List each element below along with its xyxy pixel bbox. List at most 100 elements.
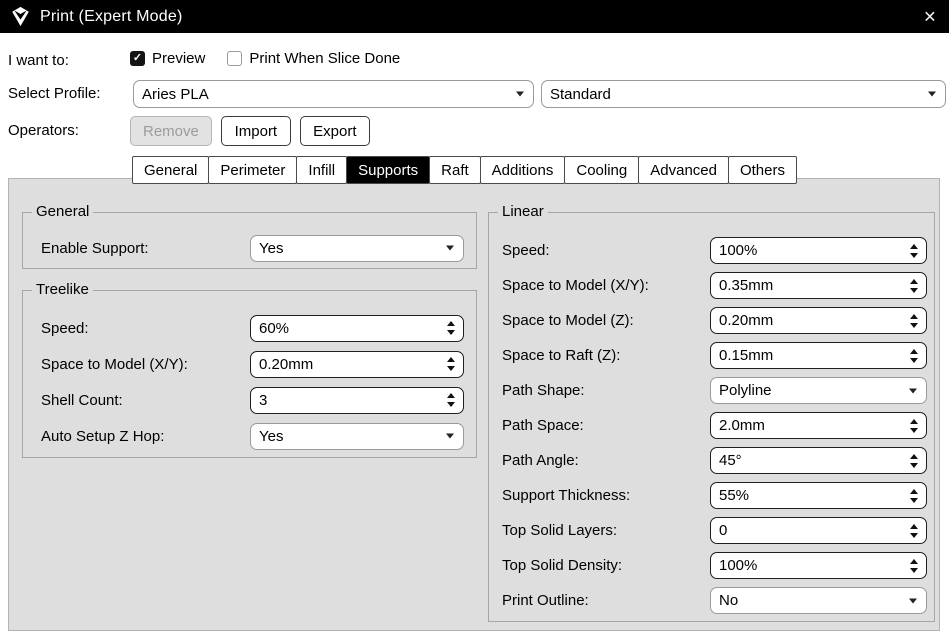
- support-thickness-value: 55%: [719, 487, 749, 504]
- speed-spinner[interactable]: 60%: [250, 315, 464, 342]
- export-button[interactable]: Export: [300, 116, 370, 146]
- support-thickness-spinner[interactable]: 55%: [710, 482, 927, 509]
- tab-others[interactable]: Others: [728, 156, 797, 184]
- group-rows: Enable Support: Yes: [41, 230, 464, 266]
- spinner-arrows: [910, 238, 918, 263]
- setting-row-top-solid-density: Top Solid Density:100%: [502, 548, 927, 583]
- checkbox-option-print-when-slice-done: Print When Slice Done: [227, 50, 400, 67]
- quality-dropdown[interactable]: Standard: [541, 80, 946, 108]
- top-solid-density-label: Top Solid Density:: [502, 557, 710, 574]
- profile-dropdown-value: Aries PLA: [142, 86, 209, 103]
- tab-additions[interactable]: Additions: [480, 156, 566, 184]
- enable-support-label: Enable Support:: [41, 240, 250, 257]
- shell-count-spinner[interactable]: 3: [250, 387, 464, 414]
- spin-down-icon[interactable]: [910, 323, 918, 328]
- spin-up-icon[interactable]: [910, 244, 918, 249]
- tab-raft[interactable]: Raft: [429, 156, 481, 184]
- spin-up-icon[interactable]: [910, 314, 918, 319]
- spin-down-icon[interactable]: [910, 533, 918, 538]
- path-shape-dropdown[interactable]: Polyline: [710, 377, 927, 404]
- spin-down-icon[interactable]: [910, 358, 918, 363]
- spin-up-icon[interactable]: [910, 419, 918, 424]
- shell-count-value: 3: [259, 392, 267, 409]
- support-thickness-label: Support Thickness:: [502, 487, 710, 504]
- tab-advanced[interactable]: Advanced: [638, 156, 729, 184]
- group-title-linear: Linear: [498, 203, 548, 220]
- space-to-model-z-spinner[interactable]: 0.20mm: [710, 307, 927, 334]
- space-to-model-x-y-spinner[interactable]: 0.35mm: [710, 272, 927, 299]
- print-outline-label: Print Outline:: [502, 592, 710, 609]
- setting-row-shell-count: Shell Count:3: [41, 382, 464, 418]
- tab-perimeter[interactable]: Perimeter: [208, 156, 297, 184]
- i-want-to-label: I want to:: [8, 52, 69, 69]
- spin-up-icon[interactable]: [447, 321, 455, 326]
- setting-row-speed: Speed: 60%: [41, 310, 464, 346]
- dropdown-arrow-icon: [928, 92, 936, 97]
- path-angle-label: Path Angle:: [502, 452, 710, 469]
- path-space-spinner[interactable]: 2.0mm: [710, 412, 927, 439]
- enable-support-dropdown[interactable]: Yes: [250, 235, 464, 262]
- spin-down-icon[interactable]: [447, 402, 455, 407]
- setting-row-auto-setup-z-hop: Auto Setup Z Hop:Yes: [41, 418, 464, 454]
- space-to-model-x-y-value: 0.20mm: [259, 356, 313, 373]
- auto-setup-z-hop-dropdown[interactable]: Yes: [250, 423, 464, 450]
- setting-row-space-to-model-x-y: Space to Model (X/Y):0.35mm: [502, 268, 927, 303]
- path-angle-spinner[interactable]: 45°: [710, 447, 927, 474]
- spinner-arrows: [447, 352, 455, 377]
- spin-down-icon[interactable]: [910, 498, 918, 503]
- spinner-arrows: [910, 483, 918, 508]
- settings-panel: GeneralEnable Support:YesTreelikeSpeed:6…: [8, 178, 940, 631]
- print-outline-value: No: [719, 592, 738, 609]
- spinner-arrows: [910, 343, 918, 368]
- group-rows: Speed:100%Space to Model (X/Y):0.35mmSpa…: [502, 233, 927, 618]
- spin-down-icon[interactable]: [910, 428, 918, 433]
- speed-value: 60%: [259, 320, 289, 337]
- group-title-treelike: Treelike: [32, 281, 93, 298]
- spin-up-icon[interactable]: [910, 559, 918, 564]
- checkbox-option-preview: ✓ Preview: [130, 50, 205, 67]
- setting-row-space-to-model-x-y: Space to Model (X/Y):0.20mm: [41, 346, 464, 382]
- spin-down-icon[interactable]: [910, 288, 918, 293]
- settings-tabs: GeneralPerimeterInfillSupportsRaftAdditi…: [132, 156, 797, 184]
- spin-down-icon[interactable]: [447, 330, 455, 335]
- spin-up-icon[interactable]: [910, 454, 918, 459]
- close-icon[interactable]: ×: [924, 6, 936, 27]
- spin-down-icon[interactable]: [910, 253, 918, 258]
- preview-checkbox[interactable]: ✓: [130, 51, 145, 66]
- spin-down-icon[interactable]: [447, 366, 455, 371]
- speed-spinner[interactable]: 100%: [710, 237, 927, 264]
- enable-support-value: Yes: [259, 240, 283, 257]
- spinner-arrows: [447, 388, 455, 413]
- top-solid-layers-spinner[interactable]: 0: [710, 517, 927, 544]
- print-outline-dropdown[interactable]: No: [710, 587, 927, 614]
- space-to-raft-z-spinner[interactable]: 0.15mm: [710, 342, 927, 369]
- select-profile-label: Select Profile:: [8, 85, 101, 102]
- tab-infill[interactable]: Infill: [296, 156, 347, 184]
- spin-up-icon[interactable]: [910, 349, 918, 354]
- speed-label: Speed:: [41, 320, 250, 337]
- spin-up-icon[interactable]: [447, 357, 455, 362]
- preview-checkbox-label: Preview: [152, 50, 205, 67]
- spin-down-icon[interactable]: [910, 463, 918, 468]
- spin-down-icon[interactable]: [910, 568, 918, 573]
- speed-value: 100%: [719, 242, 757, 259]
- spinner-arrows: [910, 308, 918, 333]
- spinner-arrows: [910, 448, 918, 473]
- spin-up-icon[interactable]: [910, 524, 918, 529]
- spin-up-icon[interactable]: [447, 393, 455, 398]
- space-to-model-x-y-spinner[interactable]: 0.20mm: [250, 351, 464, 378]
- spinner-arrows: [910, 413, 918, 438]
- dropdown-arrow-icon: [909, 598, 917, 603]
- tab-supports[interactable]: Supports: [346, 156, 430, 184]
- tab-general[interactable]: General: [132, 156, 209, 184]
- spin-up-icon[interactable]: [910, 489, 918, 494]
- top-solid-density-spinner[interactable]: 100%: [710, 552, 927, 579]
- auto-setup-z-hop-value: Yes: [259, 428, 283, 445]
- setting-row-print-outline: Print Outline: No: [502, 583, 927, 618]
- dropdown-arrow-icon: [516, 92, 524, 97]
- print-when-slice-done-checkbox[interactable]: [227, 51, 242, 66]
- profile-dropdown[interactable]: Aries PLA: [133, 80, 534, 108]
- import-button[interactable]: Import: [221, 116, 291, 146]
- tab-cooling[interactable]: Cooling: [564, 156, 639, 184]
- spin-up-icon[interactable]: [910, 279, 918, 284]
